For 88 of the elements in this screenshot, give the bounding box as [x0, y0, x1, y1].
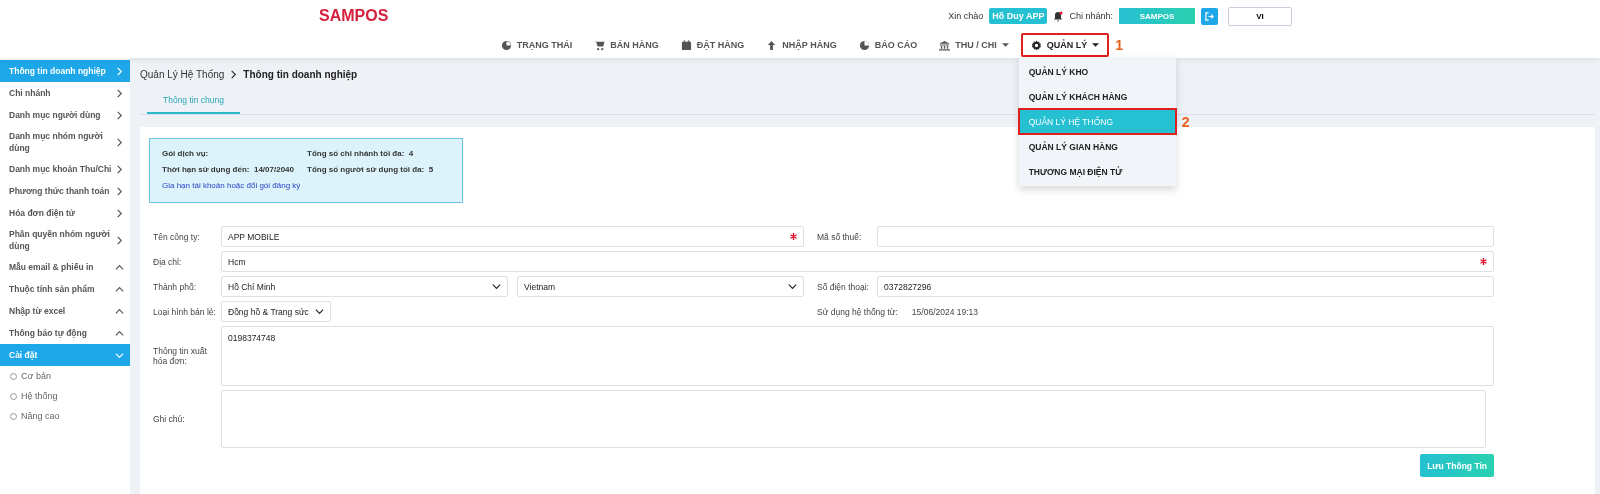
- calendar-icon: [680, 39, 692, 51]
- chevron-right-icon: [115, 208, 124, 218]
- nav-item[interactable]: NHẬP HÀNG: [756, 33, 847, 57]
- nav-item[interactable]: THU / CHI: [929, 33, 1019, 57]
- select-field[interactable]: Hồ Chí Minh: [221, 276, 508, 297]
- service-label: Gói dịch vụ:: [162, 149, 210, 160]
- sidebar-item[interactable]: Hóa đơn điện tử: [0, 202, 130, 224]
- field-label: Địa chỉ:: [152, 256, 183, 267]
- sidebar-item[interactable]: Phân quyền nhóm người dùng: [0, 224, 130, 256]
- logo: SAMPOS: [319, 7, 389, 25]
- chevron-right-icon: [229, 69, 239, 79]
- nav-item[interactable]: BÁN HÀNG: [584, 33, 669, 57]
- user-badge: Hồ Duy APP: [989, 8, 1048, 24]
- sidebar-subitem[interactable]: Hệ thống: [0, 386, 130, 406]
- chevron-up-icon: [115, 306, 124, 316]
- nav-item[interactable]: BÁO CÁO: [848, 33, 928, 57]
- chevron-right-icon: [115, 164, 124, 174]
- bank-icon: [939, 39, 951, 51]
- gear-icon: [1030, 39, 1042, 51]
- sidebar-item[interactable]: Danh mục khoản Thu/Chi: [0, 158, 130, 180]
- menu-item[interactable]: QUẢN LÝ GIAN HÀNG: [1018, 134, 1176, 159]
- nav-item[interactable]: QUẢN LÝ: [1020, 33, 1110, 57]
- field-label: Số điện thoại:: [816, 281, 870, 292]
- sidebar-item[interactable]: Phương thức thanh toán: [0, 180, 130, 202]
- nav-item[interactable]: TRẠNG THÁI: [490, 33, 583, 57]
- required-icon: [1480, 258, 1487, 265]
- greeting-label: Xin chào: [948, 11, 984, 21]
- pie-chart-icon: [858, 39, 870, 51]
- chevron-down-icon: [314, 307, 324, 316]
- sidebar-subitem[interactable]: Cơ bản: [0, 366, 130, 386]
- chevron-right-icon: [115, 186, 124, 196]
- field-value: 15/06/2024 19:13: [911, 306, 979, 317]
- chevron-up-icon: [115, 284, 124, 294]
- sidebar-item[interactable]: Thuộc tính sản phẩm: [0, 278, 130, 300]
- logout-button[interactable]: [1201, 7, 1218, 25]
- bell-icon[interactable]: [1053, 10, 1064, 22]
- chevron-up-icon: [115, 328, 124, 338]
- nav-item[interactable]: ĐẶT HÀNG: [670, 33, 755, 57]
- branches-limit: Tổng số chi nhánh tối đa: 4: [307, 149, 415, 160]
- renew-link[interactable]: Gia hạn tài khoản hoặc đổi gói đăng ký: [162, 181, 450, 192]
- field-label: Ghi chú:: [152, 414, 186, 424]
- menu-item[interactable]: QUẢN LÝ KHÁCH HÀNG: [1018, 84, 1176, 109]
- chevron-right-icon: [115, 66, 124, 76]
- field-label: Loại hình bán lẻ:: [152, 306, 217, 317]
- input-field[interactable]: Hcm: [221, 251, 1494, 272]
- annotation-number: 2: [1181, 113, 1190, 130]
- chevron-down-icon: [788, 282, 797, 291]
- sidebar-item[interactable]: Danh mục người dùng: [0, 104, 130, 126]
- chevron-right-icon: [115, 137, 124, 147]
- sidebar-item[interactable]: Chi nhánh: [0, 82, 130, 104]
- menu-item[interactable]: THƯƠNG MẠI ĐIỆN TỬ: [1018, 159, 1176, 184]
- input-field[interactable]: [877, 226, 1494, 247]
- select-field[interactable]: Vietnam: [517, 276, 804, 297]
- pie-chart-icon: [500, 39, 512, 51]
- input-field[interactable]: APP MOBILE: [221, 226, 804, 247]
- language-button[interactable]: VI: [1228, 6, 1292, 26]
- chevron-right-icon: [115, 110, 124, 120]
- cart-icon: [594, 39, 606, 51]
- field-label: Sử dụng hệ thống từ:: [817, 306, 898, 317]
- caret-icon: [1001, 43, 1009, 47]
- required-icon: [790, 233, 797, 240]
- annotation-number: 1: [1115, 37, 1123, 53]
- select-field[interactable]: Đồng hồ & Trang sức: [221, 301, 331, 322]
- sidebar-item[interactable]: Nhập từ excel: [0, 300, 130, 322]
- field-label: Thành phố:: [152, 281, 197, 292]
- field-label: Thông tin xuất hóa đơn:: [152, 346, 208, 366]
- sidebar-item[interactable]: Thông báo tự động: [0, 322, 130, 344]
- logout-icon: [1205, 11, 1214, 21]
- chevron-right-icon: [115, 235, 124, 245]
- branch-label: Chi nhánh:: [1069, 11, 1113, 21]
- chevron-down-icon: [115, 350, 124, 360]
- breadcrumb-current: Thông tin doanh nghiệp: [243, 68, 358, 80]
- field-label: Tên công ty:: [152, 231, 201, 242]
- chevron-down-icon: [492, 282, 501, 291]
- menu-item[interactable]: QUẢN LÝ KHO: [1018, 59, 1176, 84]
- sidebar-item[interactable]: Mẫu email & phiếu in: [0, 256, 130, 278]
- text-area[interactable]: 0198374748: [221, 326, 1494, 386]
- input-field[interactable]: 0372827296: [877, 276, 1494, 297]
- users-limit: Tổng số người sử dụng tối đa: 5: [307, 165, 435, 176]
- chevron-up-icon: [115, 262, 124, 272]
- field-label: Mã số thuế:: [816, 231, 863, 242]
- caret-icon: [1092, 43, 1100, 47]
- sidebar-item[interactable]: Danh mục nhóm người dùng: [0, 126, 130, 158]
- expiry-date: Thời hạn sử dụng đến: 14/07/2040: [162, 165, 295, 176]
- breadcrumb-link[interactable]: Quản Lý Hệ Thống: [140, 68, 225, 80]
- sidebar-subitem[interactable]: Nâng cao: [0, 406, 130, 426]
- chevron-right-icon: [115, 88, 124, 98]
- up-arrow-icon: [766, 39, 778, 51]
